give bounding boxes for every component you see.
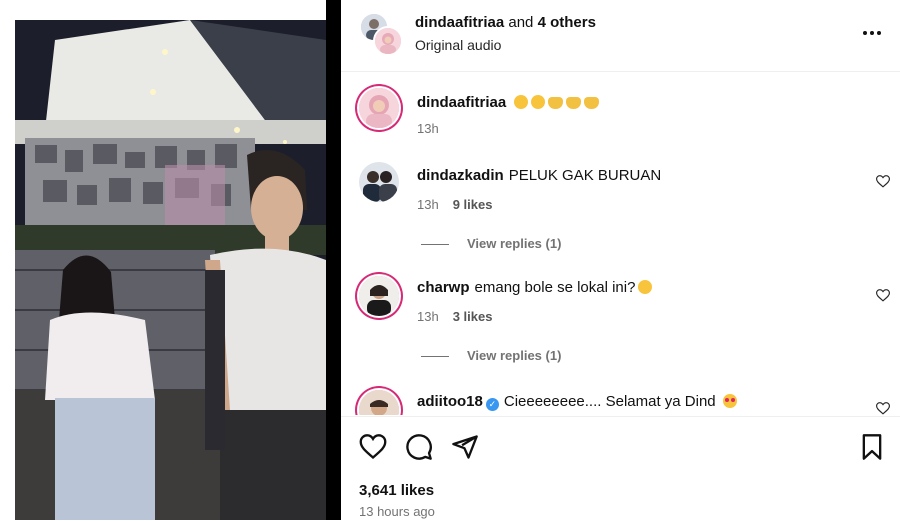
caption-time: 13h	[417, 121, 439, 136]
comment-body: Cieeeeeeee.... Selamat ya Dind	[503, 393, 716, 410]
post-header: dindaafitriaa and 4 others Original audi…	[341, 0, 900, 72]
comment-username[interactable]: adiitoo18	[417, 393, 483, 410]
collab-others-link[interactable]: 4 others	[538, 14, 596, 31]
laughing-tears-icon	[638, 280, 653, 294]
pleading-face-icon	[531, 95, 546, 109]
replies-divider	[421, 356, 449, 358]
heart-hands-icon	[566, 97, 582, 109]
share-send-icon[interactable]	[451, 433, 479, 461]
comment-body: PELUK GAK BURUAN	[508, 167, 662, 184]
save-bookmark-icon[interactable]	[858, 433, 886, 461]
comment-likes[interactable]: 9 likes	[453, 197, 493, 212]
video-player[interactable]	[15, 20, 326, 520]
avatar	[373, 26, 403, 56]
more-dot-icon	[877, 31, 881, 35]
author-username[interactable]: dindaafitriaa	[415, 14, 504, 31]
heart-hands-icon	[584, 97, 600, 109]
post-author: dindaafitriaa and 4 others	[415, 14, 596, 31]
comment-bubble-icon[interactable]	[405, 433, 433, 461]
view-replies-label: View replies (1)	[467, 348, 562, 363]
comment-body: emang bole se lokal ini?	[474, 279, 636, 296]
like-heart-icon[interactable]	[359, 433, 387, 461]
comment-text: dindazkadin PELUK GAK BURUAN	[417, 167, 661, 184]
comment-meta: 13h 3 likes	[417, 309, 492, 324]
post-side-panel: dindaafitriaa and 4 others Original audi…	[341, 0, 900, 520]
avatar[interactable]	[359, 390, 399, 415]
likes-count[interactable]: 3,641 likes	[359, 482, 434, 499]
post-actions: 3,641 likes 13 hours ago	[341, 416, 900, 521]
post-timestamp: 13 hours ago	[359, 504, 435, 519]
comment-username[interactable]: dindaafitriaa	[417, 94, 506, 111]
pleading-face-icon	[514, 95, 529, 109]
more-options-button[interactable]	[858, 22, 886, 44]
comment-username[interactable]: dindazkadin	[417, 167, 504, 184]
comment-meta: 13h 9 likes	[417, 197, 492, 212]
heart-eyes-icon	[722, 394, 737, 408]
more-dot-icon	[870, 31, 874, 35]
comments-list[interactable]: dindaafitriaa 13h dindazkadin PELUK GAK B…	[341, 72, 900, 415]
like-comment-heart-icon[interactable]	[876, 289, 890, 302]
like-comment-heart-icon[interactable]	[876, 402, 890, 415]
comment-text: charwp emang bole se lokal ini?	[417, 279, 653, 296]
replies-divider	[421, 244, 449, 246]
view-replies-button[interactable]: View replies (1)	[421, 348, 561, 363]
view-replies-label: View replies (1)	[467, 236, 562, 251]
comment-time: 13h	[417, 309, 439, 324]
heart-hands-icon	[548, 97, 564, 109]
comment-text: adiitoo18 ✓ Cieeeeeeee.... Selamat ya Dind	[417, 393, 737, 411]
more-dot-icon	[863, 31, 867, 35]
avatar[interactable]	[359, 162, 399, 202]
video-frame	[15, 20, 326, 520]
avatar[interactable]	[359, 276, 399, 316]
like-comment-heart-icon[interactable]	[876, 175, 890, 188]
comment-time: 13h	[417, 197, 439, 212]
comment-likes[interactable]: 3 likes	[453, 309, 493, 324]
media-letterbox	[326, 0, 341, 520]
collab-connector: and	[508, 14, 534, 31]
avatar[interactable]	[359, 88, 399, 128]
collab-avatars[interactable]	[359, 12, 403, 56]
verified-badge-icon: ✓	[485, 398, 499, 411]
caption-text: dindaafitriaa	[417, 94, 600, 111]
post-media	[0, 0, 341, 520]
view-replies-button[interactable]: View replies (1)	[421, 236, 561, 251]
audio-label[interactable]: Original audio	[415, 37, 501, 53]
comment-username[interactable]: charwp	[417, 279, 470, 296]
